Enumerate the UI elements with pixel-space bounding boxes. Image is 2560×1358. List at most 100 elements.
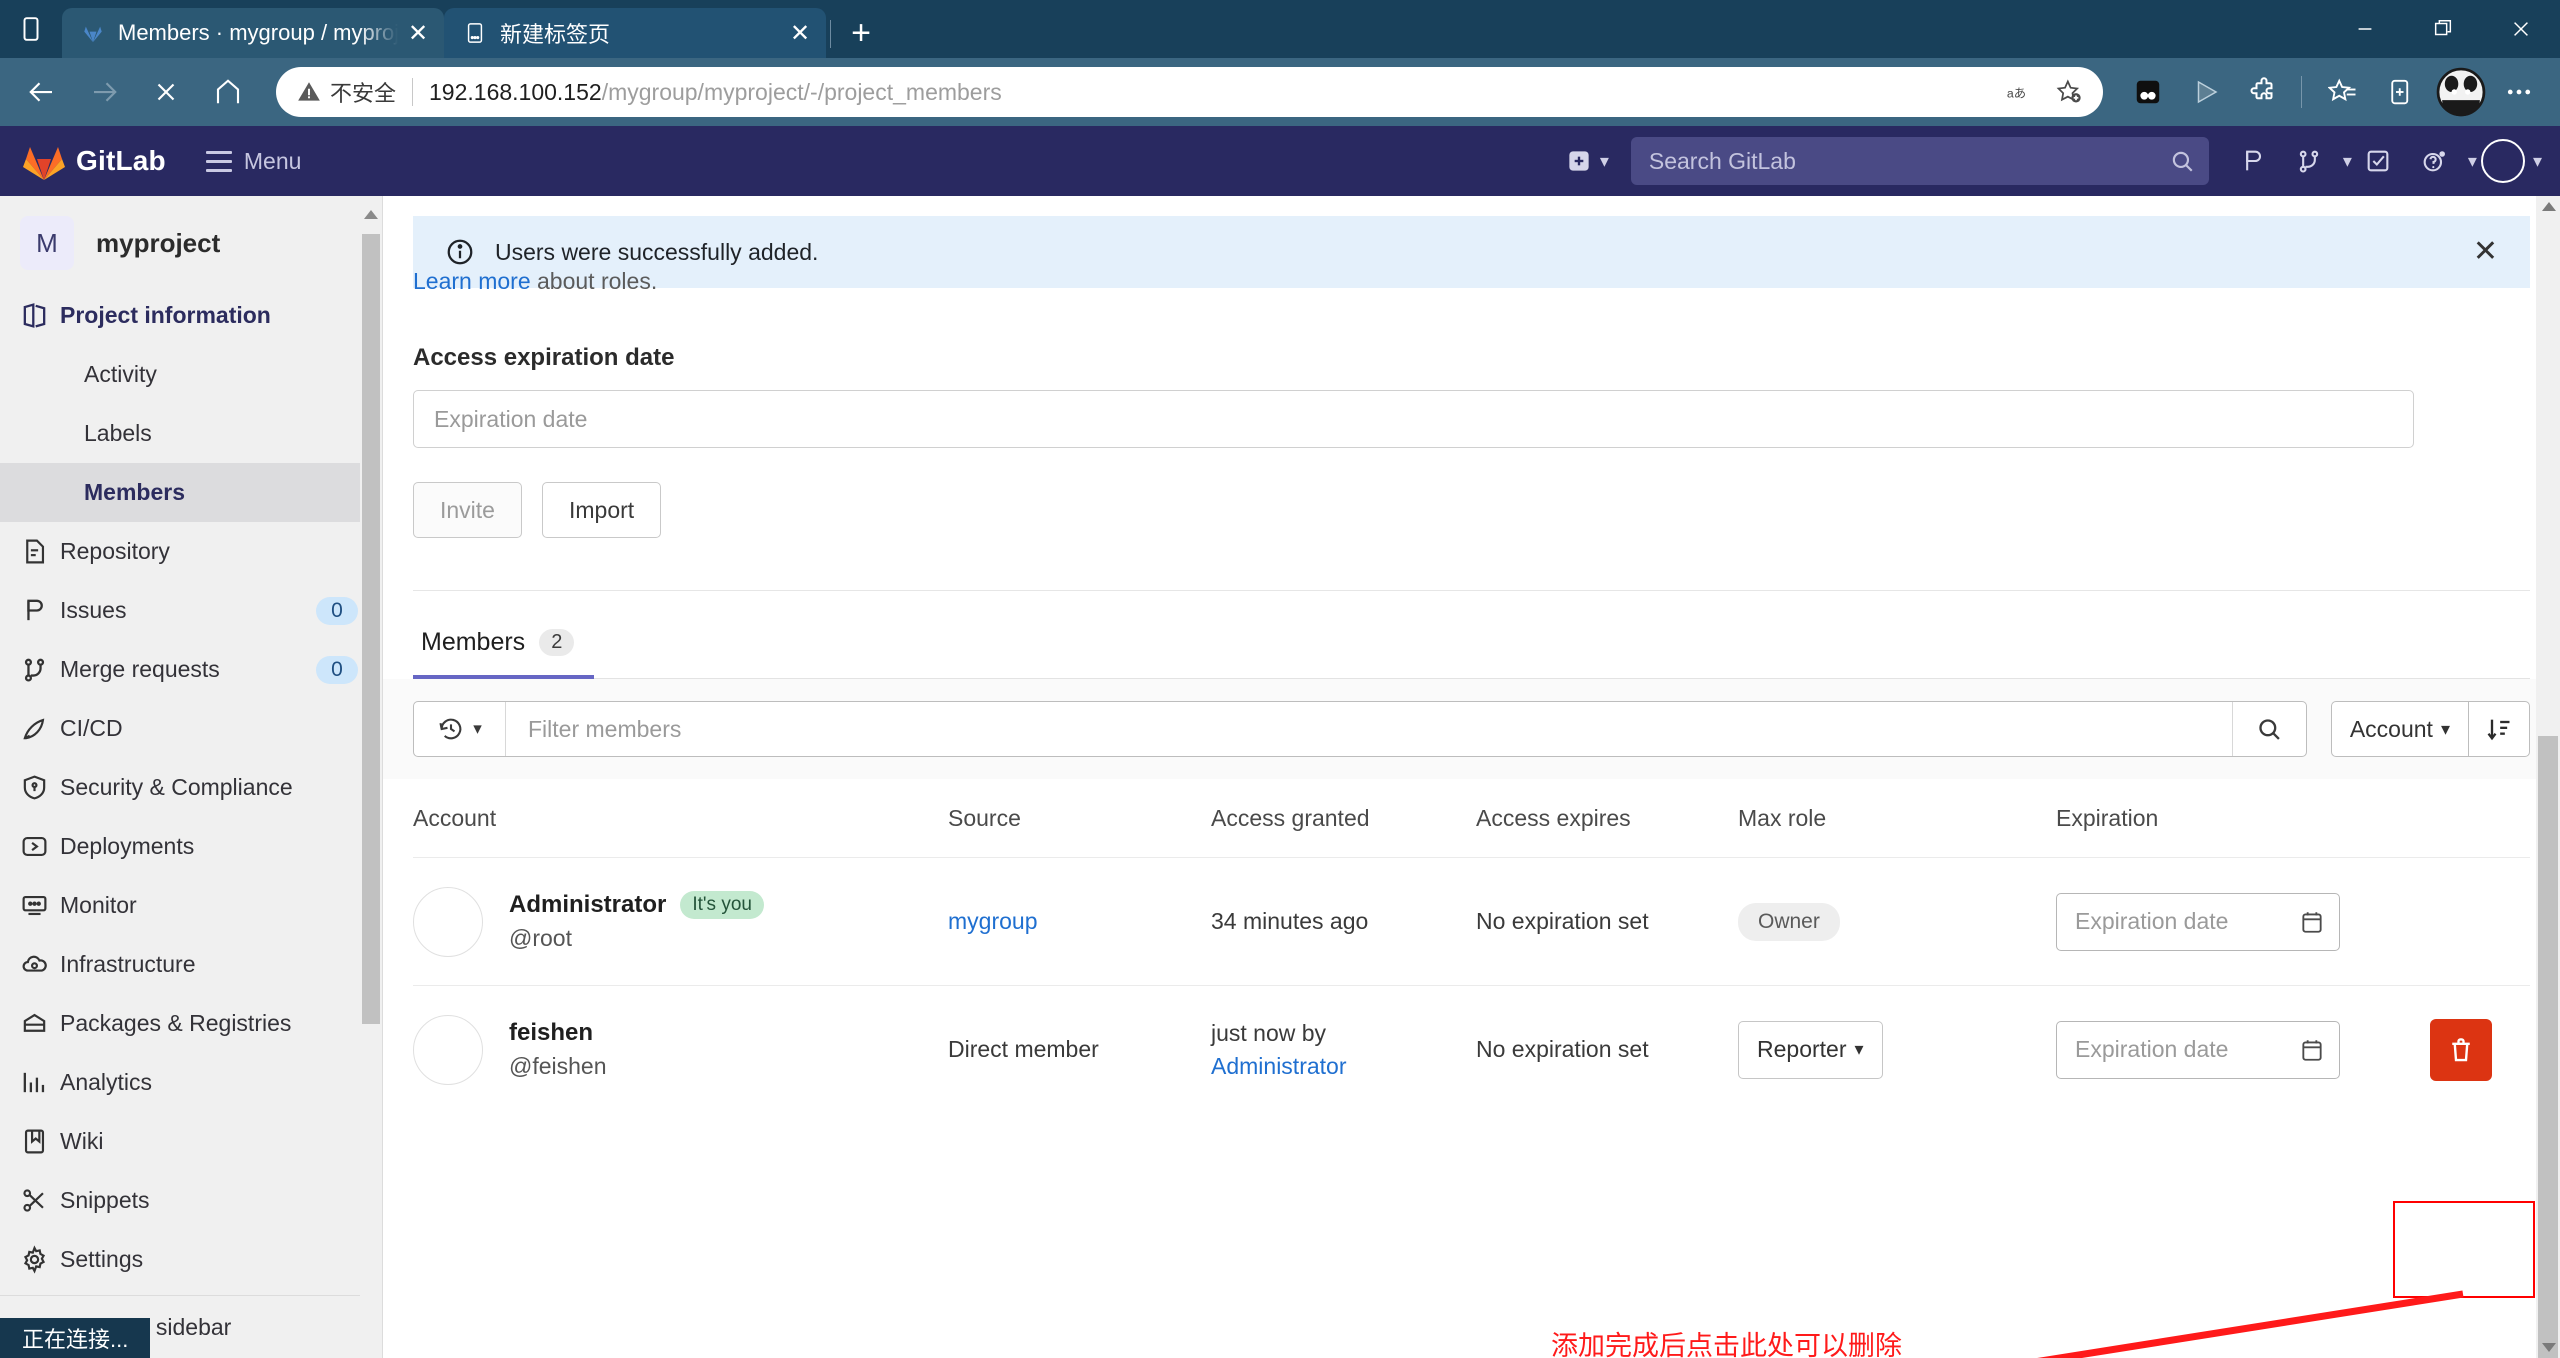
sidebar-item-packages-registries[interactable]: Packages & Registries (0, 994, 382, 1053)
sidebar-item-analytics[interactable]: Analytics (0, 1053, 382, 1112)
profile-avatar-icon[interactable] (2434, 65, 2488, 119)
sidebar-item-snippets[interactable]: Snippets (0, 1171, 382, 1230)
home-icon[interactable] (200, 64, 256, 120)
forward-arrow-icon[interactable] (76, 64, 132, 120)
create-new-button[interactable]: ▾ (1566, 148, 1609, 174)
browser-tab-active[interactable]: Members · mygroup / myproject ✕ (62, 8, 444, 58)
main-menu-button[interactable]: Menu (206, 148, 302, 175)
browser-tab-title: Members · mygroup / myproject (118, 20, 398, 46)
search-icon (2255, 715, 2283, 743)
todos-icon[interactable] (2352, 135, 2404, 187)
member-name-line: feishen (509, 1019, 607, 1047)
access-expiration-input[interactable]: Expiration date (413, 390, 2414, 448)
import-button[interactable]: Import (542, 482, 661, 538)
sidebar-project-header[interactable]: M myproject (0, 206, 382, 286)
sidebar-item-settings[interactable]: Settings (0, 1230, 382, 1289)
sidebar-item-deployments[interactable]: Deployments (0, 817, 382, 876)
extensions-icon[interactable] (2237, 65, 2291, 119)
tab-close-icon[interactable]: ✕ (398, 13, 438, 53)
split-screen-icon[interactable] (2121, 65, 2175, 119)
sidebar-item-labels[interactable]: Labels (0, 404, 382, 463)
tab-search-icon[interactable] (0, 0, 62, 58)
filter-history-button[interactable]: ▾ (414, 702, 506, 756)
chevron-down-icon: ▾ (473, 719, 482, 739)
learn-more-roles-text: Learn more about roles. (413, 268, 2530, 294)
filter-members-input[interactable]: ▾ Filter members (413, 701, 2307, 757)
deployments-icon (20, 832, 60, 861)
expiration-date-input[interactable]: Expiration date (2056, 1021, 2340, 1079)
media-play-icon[interactable] (2179, 65, 2233, 119)
annotation-label: 添加完成后点击此处可以删除 (1551, 1324, 1902, 1358)
sidebar-item-ci-cd[interactable]: CI/CD (0, 699, 382, 758)
gitlab-search-input[interactable]: Search GitLab (1631, 137, 2209, 185)
gitlab-wordmark[interactable]: GitLab (76, 145, 166, 177)
translate-icon[interactable]: aあ (1997, 70, 2045, 114)
invite-button[interactable]: Invite (413, 482, 522, 538)
merge-requests-button[interactable]: ▾ (2283, 135, 2352, 187)
member-source-link[interactable]: mygroup (948, 908, 1037, 934)
remove-member-button[interactable] (2430, 1019, 2492, 1081)
url-host: 192.168.100.152 (429, 79, 602, 105)
scroll-down-arrow[interactable] (2542, 1343, 2556, 1352)
user-menu-button[interactable]: ▾ (2481, 139, 2542, 183)
filter-search-button[interactable] (2232, 702, 2306, 756)
project-sidebar: M myproject Project information Activity… (0, 196, 383, 1358)
scissors-icon (20, 1186, 60, 1215)
minimize-icon[interactable] (2326, 0, 2404, 58)
sidebar-item-activity[interactable]: Activity (0, 345, 382, 404)
member-name-line: Administrator It's you (509, 891, 764, 919)
new-tab-page-icon (460, 18, 490, 48)
stop-icon[interactable] (138, 64, 194, 120)
member-expiration-cell: Expiration date (2056, 1021, 2391, 1079)
page-scroll-thumb[interactable] (2538, 736, 2558, 1358)
table-header-row: Account Source Access granted Access exp… (413, 779, 2530, 857)
alert-close-icon[interactable]: ✕ (2473, 237, 2498, 267)
sidebar-item-project-information[interactable]: Project information (0, 286, 382, 345)
sidebar-item-repository[interactable]: Repository (0, 522, 382, 581)
tab-members[interactable]: Members 2 (413, 614, 594, 679)
main-menu-label: Menu (244, 148, 302, 175)
scroll-up-arrow[interactable] (2542, 202, 2556, 211)
sidebar-item-security-compliance[interactable]: Security & Compliance (0, 758, 382, 817)
help-button[interactable]: ▾ (2408, 135, 2477, 187)
expiration-date-input[interactable]: Expiration date (2056, 893, 2340, 951)
hamburger-icon (206, 148, 232, 175)
gitlab-logo-icon[interactable] (22, 139, 66, 183)
member-name[interactable]: Administrator (509, 891, 666, 919)
add-favorite-icon[interactable] (2045, 70, 2093, 114)
sidebar-item-issues[interactable]: Issues 0 (0, 581, 382, 640)
page-scrollbar[interactable] (2536, 196, 2560, 1358)
member-identity: feishen @feishen (509, 1019, 607, 1080)
tab-close-icon[interactable]: ✕ (780, 13, 820, 53)
settings-more-icon[interactable] (2492, 65, 2546, 119)
member-name[interactable]: feishen (509, 1019, 593, 1047)
close-icon[interactable] (2482, 0, 2560, 58)
collections-icon[interactable] (2316, 65, 2370, 119)
sidebar-item-wiki[interactable]: Wiki (0, 1112, 382, 1171)
sidebar-item-infrastructure[interactable]: Infrastructure (0, 935, 382, 994)
back-arrow-icon[interactable] (14, 64, 70, 120)
sidebar-item-members[interactable]: Members (0, 463, 382, 522)
sidebar-scroll-thumb[interactable] (362, 234, 380, 1024)
content-inner: Users were successfully added. ✕ Learn m… (383, 216, 2560, 1113)
not-secure-warning-icon (296, 79, 322, 105)
address-bar[interactable]: 不安全 192.168.100.152/mygroup/myproject/-/… (276, 67, 2103, 117)
browser-tab-inactive[interactable]: 新建标签页 ✕ (444, 8, 826, 58)
sort-field-select[interactable]: Account ▾ (2331, 701, 2468, 757)
maximize-icon[interactable] (2404, 0, 2482, 58)
sidebar-scroll-up-arrow[interactable] (364, 210, 378, 219)
omnibox-actions: aあ (1997, 70, 2093, 114)
cloud-gear-icon (20, 950, 60, 979)
sidebar-scrollbar[interactable] (360, 206, 382, 1358)
add-collection-icon[interactable] (2374, 65, 2428, 119)
access-granted-by-link[interactable]: Administrator (1211, 1053, 1476, 1080)
member-account-cell: feishen @feishen (413, 1015, 948, 1085)
sidebar-item-monitor[interactable]: Monitor (0, 876, 382, 935)
learn-more-link[interactable]: Learn more (413, 268, 531, 294)
new-tab-button[interactable]: + (835, 8, 887, 58)
sort-direction-button[interactable] (2468, 701, 2530, 757)
max-role-select[interactable]: Reporter ▾ (1738, 1021, 1883, 1079)
issues-icon[interactable] (2227, 135, 2279, 187)
sidebar-item-merge-requests[interactable]: Merge requests 0 (0, 640, 382, 699)
merge-requests-count-badge: 0 (316, 656, 358, 684)
